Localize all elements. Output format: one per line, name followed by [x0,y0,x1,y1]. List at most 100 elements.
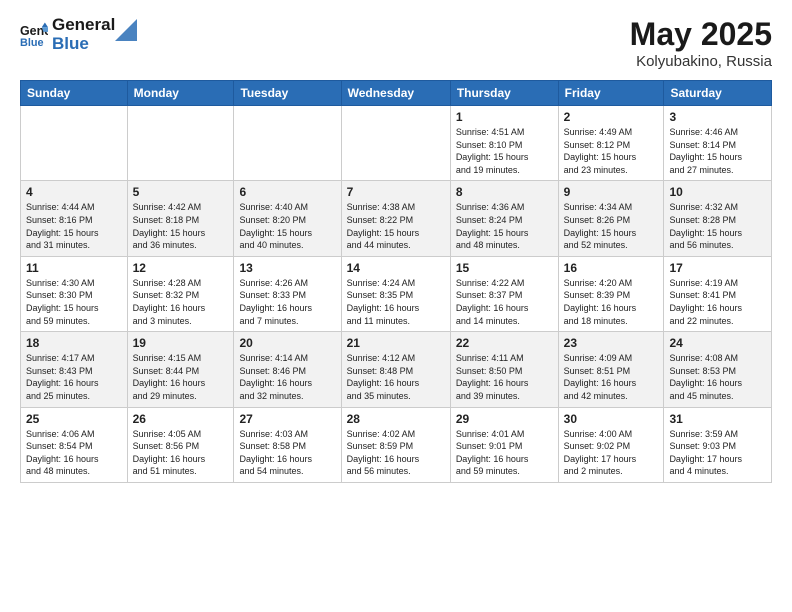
calendar-cell-5-4: 28 Sunrise: 4:02 AMSunset: 8:59 PMDayligh… [341,407,450,482]
calendar-week-5: 25Sunrise: 4:06 AMSunset: 8:54 PMDayligh… [21,407,772,482]
calendar-header-saturday: Saturday [664,81,772,106]
calendar-cell-1-5: 1Sunrise: 4:51 AMSunset: 8:10 PMDaylight… [450,106,558,181]
logo: General Blue General Blue [20,16,137,53]
calendar-cell-4-3: 20 Sunrise: 4:14 AMSunset: 8:46 PMDayligh… [234,332,341,407]
calendar-cell-5-2: 26 Sunrise: 4:05 AMSunset: 8:56 PMDayligh… [127,407,234,482]
day-number: 21 [347,336,445,350]
day-number: 27 [239,412,335,426]
title-block: May 2025 Kolyubakino, Russia [630,16,772,70]
day-info: Sunrise: 4:38 AMSunset: 8:22 PMDaylight:… [347,201,445,251]
day-number: 24 [669,336,766,350]
day-info: Sunrise: 4:26 AMSunset: 8:33 PMDaylight:… [239,277,335,327]
day-info: Sunrise: 4:49 AMSunset: 8:12 PMDaylight:… [564,126,659,176]
day-info: Sunrise: 4:22 AMSunset: 8:37 PMDaylight:… [456,277,553,327]
day-number: 29 [456,412,553,426]
day-info: Sunrise: 4:30 AMSunset: 8:30 PMDaylight:… [26,277,122,327]
calendar-cell-2-5: 8 Sunrise: 4:36 AMSunset: 8:24 PMDaylight… [450,181,558,256]
day-number: 20 [239,336,335,350]
day-info: Sunrise: 4:17 AMSunset: 8:43 PMDaylight:… [26,352,122,402]
calendar-cell-4-1: 18 Sunrise: 4:17 AMSunset: 8:43 PMDayligh… [21,332,128,407]
day-number: 25 [26,412,122,426]
day-number: 10 [669,185,766,199]
day-info: Sunrise: 4:01 AMSunset: 9:01 PMDaylight:… [456,428,553,478]
calendar-cell-5-6: 30 Sunrise: 4:00 AMSunset: 9:02 PMDayligh… [558,407,664,482]
calendar-cell-2-2: 5 Sunrise: 4:42 AMSunset: 8:18 PMDaylight… [127,181,234,256]
day-number: 13 [239,261,335,275]
day-info: Sunrise: 4:32 AMSunset: 8:28 PMDaylight:… [669,201,766,251]
day-number: 14 [347,261,445,275]
calendar-cell-2-6: 9 Sunrise: 4:34 AMSunset: 8:26 PMDaylight… [558,181,664,256]
day-info: Sunrise: 4:20 AMSunset: 8:39 PMDaylight:… [564,277,659,327]
day-info: Sunrise: 4:34 AMSunset: 8:26 PMDaylight:… [564,201,659,251]
calendar-cell-1-3 [234,106,341,181]
calendar-cell-5-3: 27Sunrise: 4:03 AMSunset: 8:58 PMDayligh… [234,407,341,482]
calendar-week-4: 18 Sunrise: 4:17 AMSunset: 8:43 PMDayligh… [21,332,772,407]
calendar-cell-2-4: 7 Sunrise: 4:38 AMSunset: 8:22 PMDaylight… [341,181,450,256]
calendar-header-friday: Friday [558,81,664,106]
logo-triangle-icon [115,19,137,41]
day-info: Sunrise: 4:44 AMSunset: 8:16 PMDaylight:… [26,201,122,251]
calendar-header-wednesday: Wednesday [341,81,450,106]
calendar-cell-1-7: 3Sunrise: 4:46 AMSunset: 8:14 PMDaylight… [664,106,772,181]
calendar-cell-3-3: 13 Sunrise: 4:26 AMSunset: 8:33 PMDayligh… [234,256,341,331]
calendar-cell-5-7: 31Sunrise: 3:59 AMSunset: 9:03 PMDayligh… [664,407,772,482]
day-number: 11 [26,261,122,275]
calendar-week-1: 1Sunrise: 4:51 AMSunset: 8:10 PMDaylight… [21,106,772,181]
calendar-header-sunday: Sunday [21,81,128,106]
day-number: 8 [456,185,553,199]
day-number: 4 [26,185,122,199]
svg-text:Blue: Blue [20,37,44,49]
day-number: 5 [133,185,229,199]
day-number: 16 [564,261,659,275]
main-title: May 2025 [630,16,772,53]
day-info: Sunrise: 4:02 AMSunset: 8:59 PMDaylight:… [347,428,445,478]
calendar-cell-3-6: 16 Sunrise: 4:20 AMSunset: 8:39 PMDayligh… [558,256,664,331]
day-number: 22 [456,336,553,350]
calendar-cell-3-5: 15 Sunrise: 4:22 AMSunset: 8:37 PMDayligh… [450,256,558,331]
day-info: Sunrise: 4:24 AMSunset: 8:35 PMDaylight:… [347,277,445,327]
calendar-header-row: SundayMondayTuesdayWednesdayThursdayFrid… [21,81,772,106]
calendar-cell-3-7: 17Sunrise: 4:19 AMSunset: 8:41 PMDayligh… [664,256,772,331]
day-info: Sunrise: 4:09 AMSunset: 8:51 PMDaylight:… [564,352,659,402]
day-number: 12 [133,261,229,275]
day-info: Sunrise: 4:36 AMSunset: 8:24 PMDaylight:… [456,201,553,251]
calendar-week-3: 11 Sunrise: 4:30 AMSunset: 8:30 PMDayligh… [21,256,772,331]
day-number: 6 [239,185,335,199]
day-info: Sunrise: 4:46 AMSunset: 8:14 PMDaylight:… [669,126,766,176]
calendar-cell-1-2 [127,106,234,181]
day-number: 1 [456,110,553,124]
day-info: Sunrise: 4:11 AMSunset: 8:50 PMDaylight:… [456,352,553,402]
day-number: 31 [669,412,766,426]
day-number: 26 [133,412,229,426]
page: General Blue General Blue May 2025 Kolyu… [0,0,792,612]
calendar-cell-5-1: 25Sunrise: 4:06 AMSunset: 8:54 PMDayligh… [21,407,128,482]
day-info: Sunrise: 4:42 AMSunset: 8:18 PMDaylight:… [133,201,229,251]
calendar-cell-4-7: 24Sunrise: 4:08 AMSunset: 8:53 PMDayligh… [664,332,772,407]
day-number: 28 [347,412,445,426]
header: General Blue General Blue May 2025 Kolyu… [20,16,772,70]
calendar-cell-1-1 [21,106,128,181]
day-info: Sunrise: 4:40 AMSunset: 8:20 PMDaylight:… [239,201,335,251]
day-number: 19 [133,336,229,350]
calendar-cell-1-4 [341,106,450,181]
calendar-cell-3-2: 12 Sunrise: 4:28 AMSunset: 8:32 PMDayligh… [127,256,234,331]
day-number: 15 [456,261,553,275]
day-info: Sunrise: 4:05 AMSunset: 8:56 PMDaylight:… [133,428,229,478]
day-info: Sunrise: 4:28 AMSunset: 8:32 PMDaylight:… [133,277,229,327]
calendar-cell-3-1: 11 Sunrise: 4:30 AMSunset: 8:30 PMDayligh… [21,256,128,331]
day-number: 30 [564,412,659,426]
calendar-cell-1-6: 2Sunrise: 4:49 AMSunset: 8:12 PMDaylight… [558,106,664,181]
calendar-header-monday: Monday [127,81,234,106]
day-info: Sunrise: 4:00 AMSunset: 9:02 PMDaylight:… [564,428,659,478]
day-number: 18 [26,336,122,350]
day-info: Sunrise: 4:15 AMSunset: 8:44 PMDaylight:… [133,352,229,402]
logo-icon: General Blue [20,21,48,49]
day-number: 7 [347,185,445,199]
logo-blue: Blue [52,35,115,54]
day-number: 9 [564,185,659,199]
calendar-cell-4-6: 23 Sunrise: 4:09 AMSunset: 8:51 PMDayligh… [558,332,664,407]
calendar-header-tuesday: Tuesday [234,81,341,106]
calendar-cell-2-7: 10 Sunrise: 4:32 AMSunset: 8:28 PMDayligh… [664,181,772,256]
day-info: Sunrise: 4:14 AMSunset: 8:46 PMDaylight:… [239,352,335,402]
day-number: 23 [564,336,659,350]
